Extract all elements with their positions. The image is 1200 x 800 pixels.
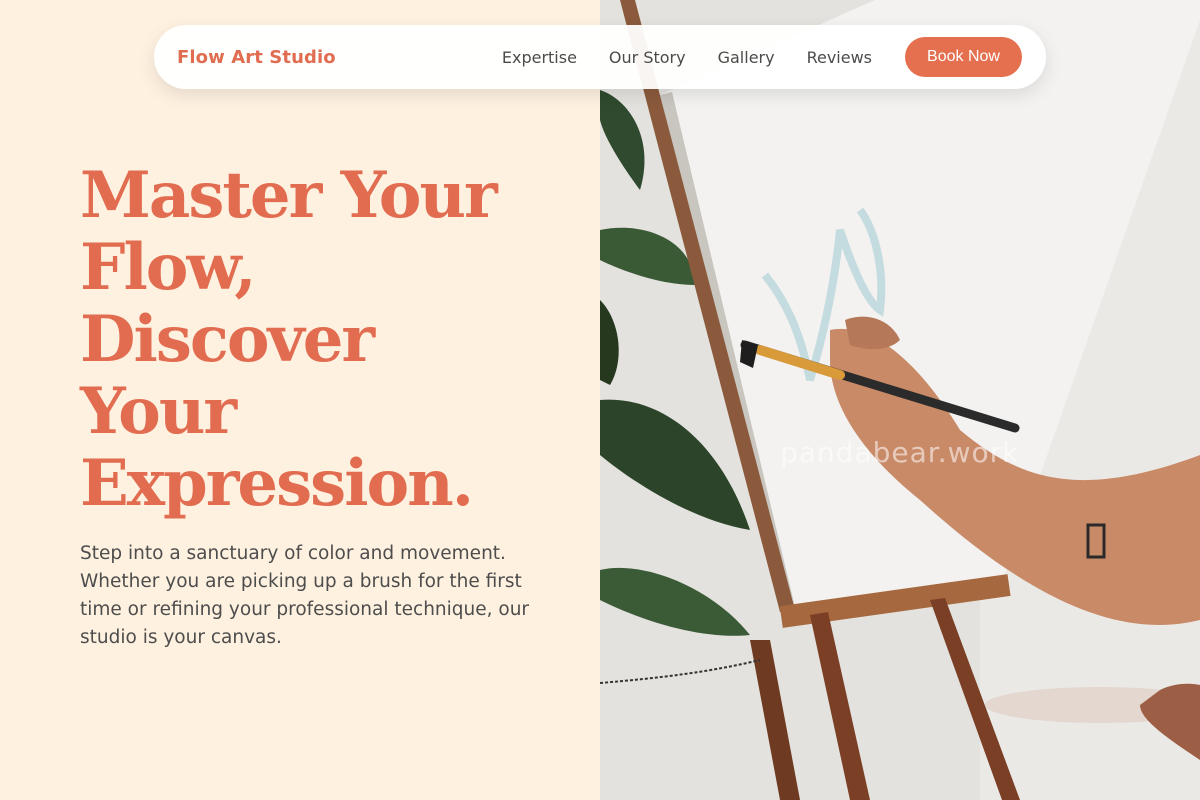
hero-title-line: Master Your [80, 158, 498, 233]
hero-left-pane: Master Your Flow, Discover Your Expressi… [0, 0, 600, 800]
book-now-button[interactable]: Book Now [905, 37, 1022, 77]
hero-title-line: Your [80, 374, 237, 449]
hero-image-painting-at-easel: pandabear.work [600, 0, 1200, 800]
navbar: Flow Art Studio Expertise Our Story Gall… [154, 25, 1046, 89]
hero-subtitle: Step into a sanctuary of color and movem… [80, 543, 530, 648]
hero-title-line: Flow, [80, 230, 257, 305]
nav-link-gallery[interactable]: Gallery [718, 48, 775, 67]
brand-logo[interactable]: Flow Art Studio [177, 47, 336, 68]
hero-title-line: Expression. [80, 446, 474, 521]
page: Master Your Flow, Discover Your Expressi… [0, 0, 1200, 800]
image-watermark: pandabear.work [780, 436, 1020, 469]
hero-image-illustration [600, 0, 1200, 800]
nav-link-expertise[interactable]: Expertise [502, 48, 577, 67]
nav-links: Expertise Our Story Gallery Reviews Book… [470, 37, 1022, 77]
hero-title: Master Your Flow, Discover Your Expressi… [80, 160, 540, 520]
nav-link-our-story[interactable]: Our Story [609, 48, 686, 67]
hero-title-line: Discover [80, 302, 375, 377]
nav-link-reviews[interactable]: Reviews [807, 48, 872, 67]
